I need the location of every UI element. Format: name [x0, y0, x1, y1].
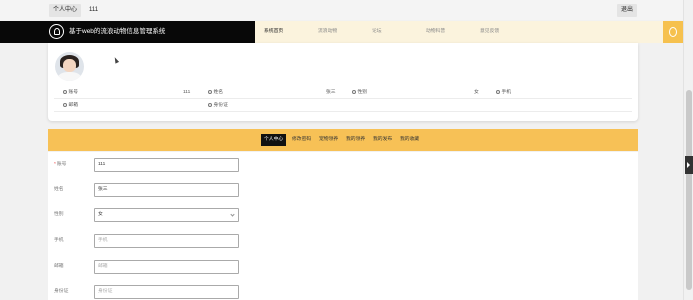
account-value: 111 [183, 90, 191, 95]
user-avatar-icon [669, 27, 677, 37]
user-icon [63, 89, 67, 94]
profile-tabs: 个人中心 修改密码 宠物领养 我的领养 我的发布 我的收藏 [48, 129, 638, 151]
menu-item-forum[interactable]: 论坛 [372, 21, 382, 43]
name-field-label: 姓名 [54, 187, 64, 192]
user-icon [208, 102, 212, 107]
form-row-account: *账号 111 [48, 157, 638, 173]
username-label: 111 [89, 7, 99, 13]
phone-field[interactable]: 手机 [94, 234, 239, 248]
account-field-label: *账号 [54, 162, 67, 167]
chevron-down-icon [230, 212, 235, 217]
profile-info-row-1: 账号 111 姓名 张三 性别 女 手机 [54, 87, 632, 99]
name-label: 姓名 [208, 87, 223, 99]
email-label: 邮箱 [63, 100, 78, 112]
top-user-bar: 个人中心 111 退出 [0, 0, 683, 20]
tab-my-adoptions[interactable]: 我的领养 [346, 134, 365, 146]
form-row-idcard: 身份证 身份证 [48, 284, 638, 300]
tab-pet-adoption[interactable]: 宠物领养 [319, 134, 338, 146]
brand: 基于web的流浪动物信息管理系统 [0, 21, 255, 43]
gender-label: 性别 [352, 87, 367, 99]
lightbulb-icon [49, 24, 64, 39]
page: 个人中心 111 退出 基于web的流浪动物信息管理系统 系统首页 流浪动物 论… [0, 0, 693, 300]
site-title: 基于web的流浪动物信息管理系统 [69, 28, 166, 35]
tab-my-posts[interactable]: 我的发布 [373, 134, 392, 146]
menu-item-animal-science[interactable]: 动物科普 [426, 21, 445, 43]
nav-header: 基于web的流浪动物信息管理系统 系统首页 流浪动物 论坛 动物科普 意见反馈 [0, 21, 683, 43]
gender-field-label: 性别 [54, 212, 64, 217]
idcard-label: 身份证 [208, 100, 228, 112]
form-row-email: 邮箱 邮箱 [48, 259, 638, 275]
account-field[interactable]: 111 [94, 158, 239, 172]
logout-button[interactable]: 退出 [617, 4, 638, 17]
idcard-field[interactable]: 身份证 [94, 285, 239, 299]
menu-item-feedback[interactable]: 意见反馈 [480, 21, 499, 43]
user-icon [63, 102, 67, 107]
email-field-label: 邮箱 [54, 264, 64, 269]
tab-user-center[interactable]: 个人中心 [261, 134, 287, 146]
phone-label: 手机 [496, 87, 511, 99]
user-center-button[interactable]: 个人中心 [49, 4, 82, 17]
menu-item-home[interactable]: 系统首页 [264, 21, 283, 43]
idcard-field-label: 身份证 [54, 289, 69, 294]
side-expand-button[interactable] [685, 156, 693, 174]
tab-my-favorites[interactable]: 我的收藏 [400, 134, 419, 146]
tab-change-password[interactable]: 修改密码 [292, 134, 311, 146]
email-field[interactable]: 邮箱 [94, 260, 239, 274]
user-avatar-button[interactable] [663, 21, 683, 43]
page-scrollbar[interactable] [683, 0, 693, 300]
name-field[interactable]: 张三 [94, 183, 239, 197]
user-icon [496, 89, 500, 94]
user-icon [352, 89, 356, 94]
form-row-name: 姓名 张三 [48, 182, 638, 198]
gender-value: 女 [474, 90, 479, 95]
account-label: 账号 [63, 87, 78, 99]
form-row-gender: 性别 女 [48, 207, 638, 223]
profile-form: *账号 111 姓名 张三 性别 女 手机 手机 邮箱 邮箱 身份证 身份证 [48, 152, 638, 300]
scrollbar-thumb[interactable] [686, 90, 692, 290]
name-value: 张三 [326, 90, 336, 95]
user-icon [208, 89, 212, 94]
form-row-phone: 手机 手机 [48, 233, 638, 249]
gender-select[interactable]: 女 [94, 208, 239, 222]
profile-info-row-2: 邮箱 身份证 [54, 100, 632, 112]
menu-item-stray-animals[interactable]: 流浪动物 [318, 21, 337, 43]
phone-field-label: 手机 [54, 238, 64, 243]
profile-photo [55, 52, 84, 81]
profile-card: 账号 111 姓名 张三 性别 女 手机 邮箱 身份证 [48, 43, 638, 121]
main-menu: 系统首页 流浪动物 论坛 动物科普 意见反馈 [255, 21, 663, 43]
